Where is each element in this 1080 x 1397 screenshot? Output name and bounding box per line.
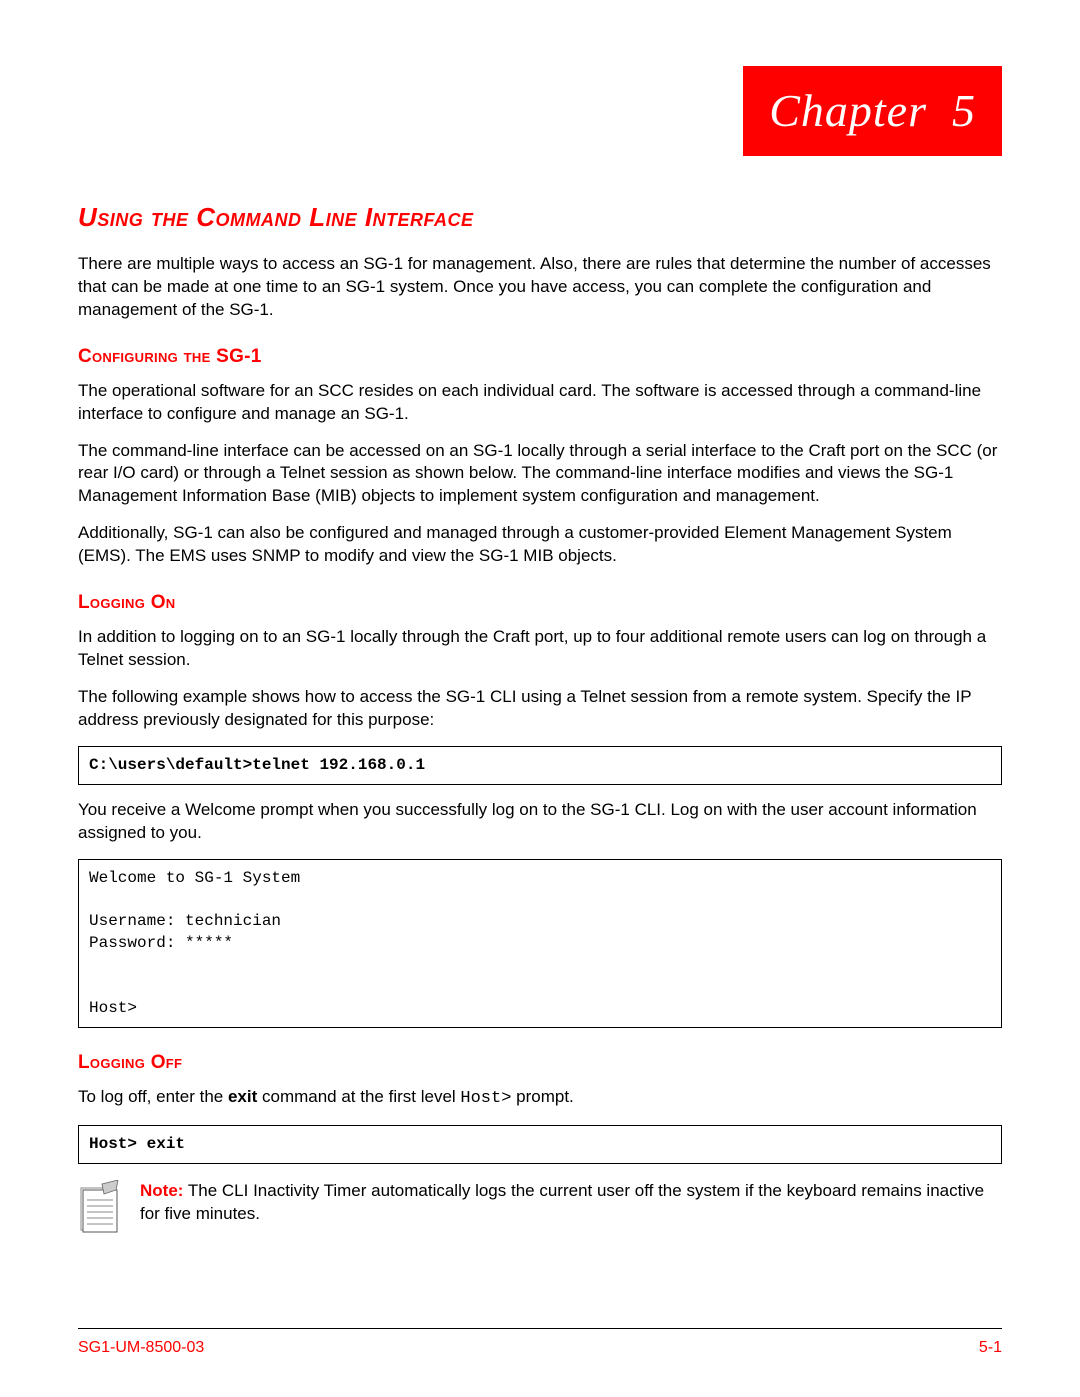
page-title: Using the Command Line Interface [78, 200, 1002, 235]
host-prompt-inline: Host> [460, 1089, 511, 1108]
footer-doc-id: SG1-UM-8500-03 [78, 1337, 204, 1359]
config-p3: Additionally, SG-1 can also be configure… [78, 522, 1002, 568]
logging-off-p1: To log off, enter the exit command at th… [78, 1086, 1002, 1111]
logging-on-p1: In addition to logging on to an SG-1 loc… [78, 626, 1002, 672]
configuring-heading: Configuring the SG-1 [78, 344, 1002, 370]
footer-page-number: 5-1 [979, 1337, 1002, 1359]
logoff-text-post: prompt. [511, 1087, 573, 1106]
exit-command-word: exit [228, 1087, 257, 1106]
note-body: The CLI Inactivity Timer automatically l… [140, 1181, 984, 1223]
chapter-label: Chapter [769, 85, 927, 136]
logging-on-heading: Logging On [78, 590, 1002, 616]
telnet-command-box: C:\users\default>telnet 192.168.0.1 [78, 746, 1002, 786]
logging-on-p3: You receive a Welcome prompt when you su… [78, 799, 1002, 845]
logging-off-heading: Logging Off [78, 1050, 1002, 1076]
logoff-text-mid: command at the first level [257, 1087, 460, 1106]
note-text-container: Note: The CLI Inactivity Timer automatic… [140, 1180, 1002, 1226]
note-icon [78, 1180, 122, 1234]
logging-on-p2: The following example shows how to acces… [78, 686, 1002, 732]
chapter-badge: Chapter 5 [743, 66, 1002, 156]
logoff-text-pre: To log off, enter the [78, 1087, 228, 1106]
session-output-box: Welcome to SG-1 System Username: technic… [78, 859, 1002, 1028]
note-block: Note: The CLI Inactivity Timer automatic… [78, 1180, 1002, 1234]
note-label: Note: [140, 1181, 183, 1200]
config-p1: The operational software for an SCC resi… [78, 380, 1002, 426]
exit-command-box: Host> exit [78, 1125, 1002, 1165]
page-content: Chapter 5 Using the Command Line Interfa… [0, 0, 1080, 1234]
config-p2: The command-line interface can be access… [78, 440, 1002, 509]
chapter-number: 5 [952, 85, 976, 136]
page-footer: SG1-UM-8500-03 5-1 [78, 1328, 1002, 1359]
intro-paragraph: There are multiple ways to access an SG-… [78, 253, 1002, 322]
